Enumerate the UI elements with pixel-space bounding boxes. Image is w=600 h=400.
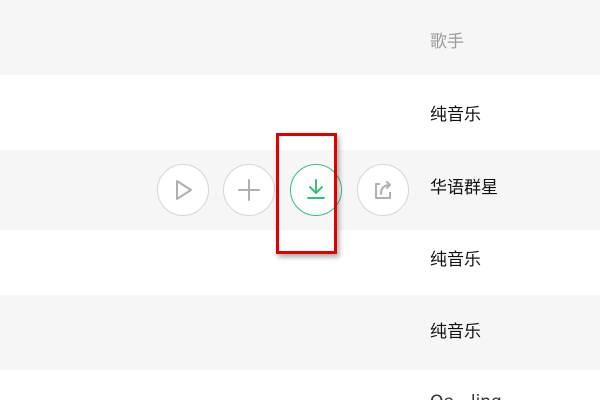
- list-row[interactable]: [0, 295, 600, 370]
- share-button[interactable]: [357, 164, 409, 216]
- list-header-row: [0, 0, 600, 75]
- share-icon: [370, 177, 396, 203]
- play-button[interactable]: [157, 164, 209, 216]
- plus-icon: [237, 178, 261, 202]
- add-to-playlist-button[interactable]: [223, 164, 275, 216]
- list-row[interactable]: [0, 230, 600, 295]
- play-icon: [171, 178, 195, 202]
- artist-link[interactable]: 纯音乐: [430, 248, 481, 272]
- list-row[interactable]: [0, 370, 600, 400]
- download-button[interactable]: [290, 164, 342, 216]
- list-row[interactable]: [0, 75, 600, 150]
- artist-link[interactable]: 纯音乐: [430, 103, 481, 127]
- artist-link[interactable]: 纯音乐: [430, 320, 481, 344]
- download-icon: [303, 177, 329, 203]
- artist-link[interactable]: 华语群星: [430, 176, 498, 200]
- artist-link[interactable]: Oe…ling: [430, 390, 502, 400]
- artist-column-header: 歌手: [430, 32, 464, 52]
